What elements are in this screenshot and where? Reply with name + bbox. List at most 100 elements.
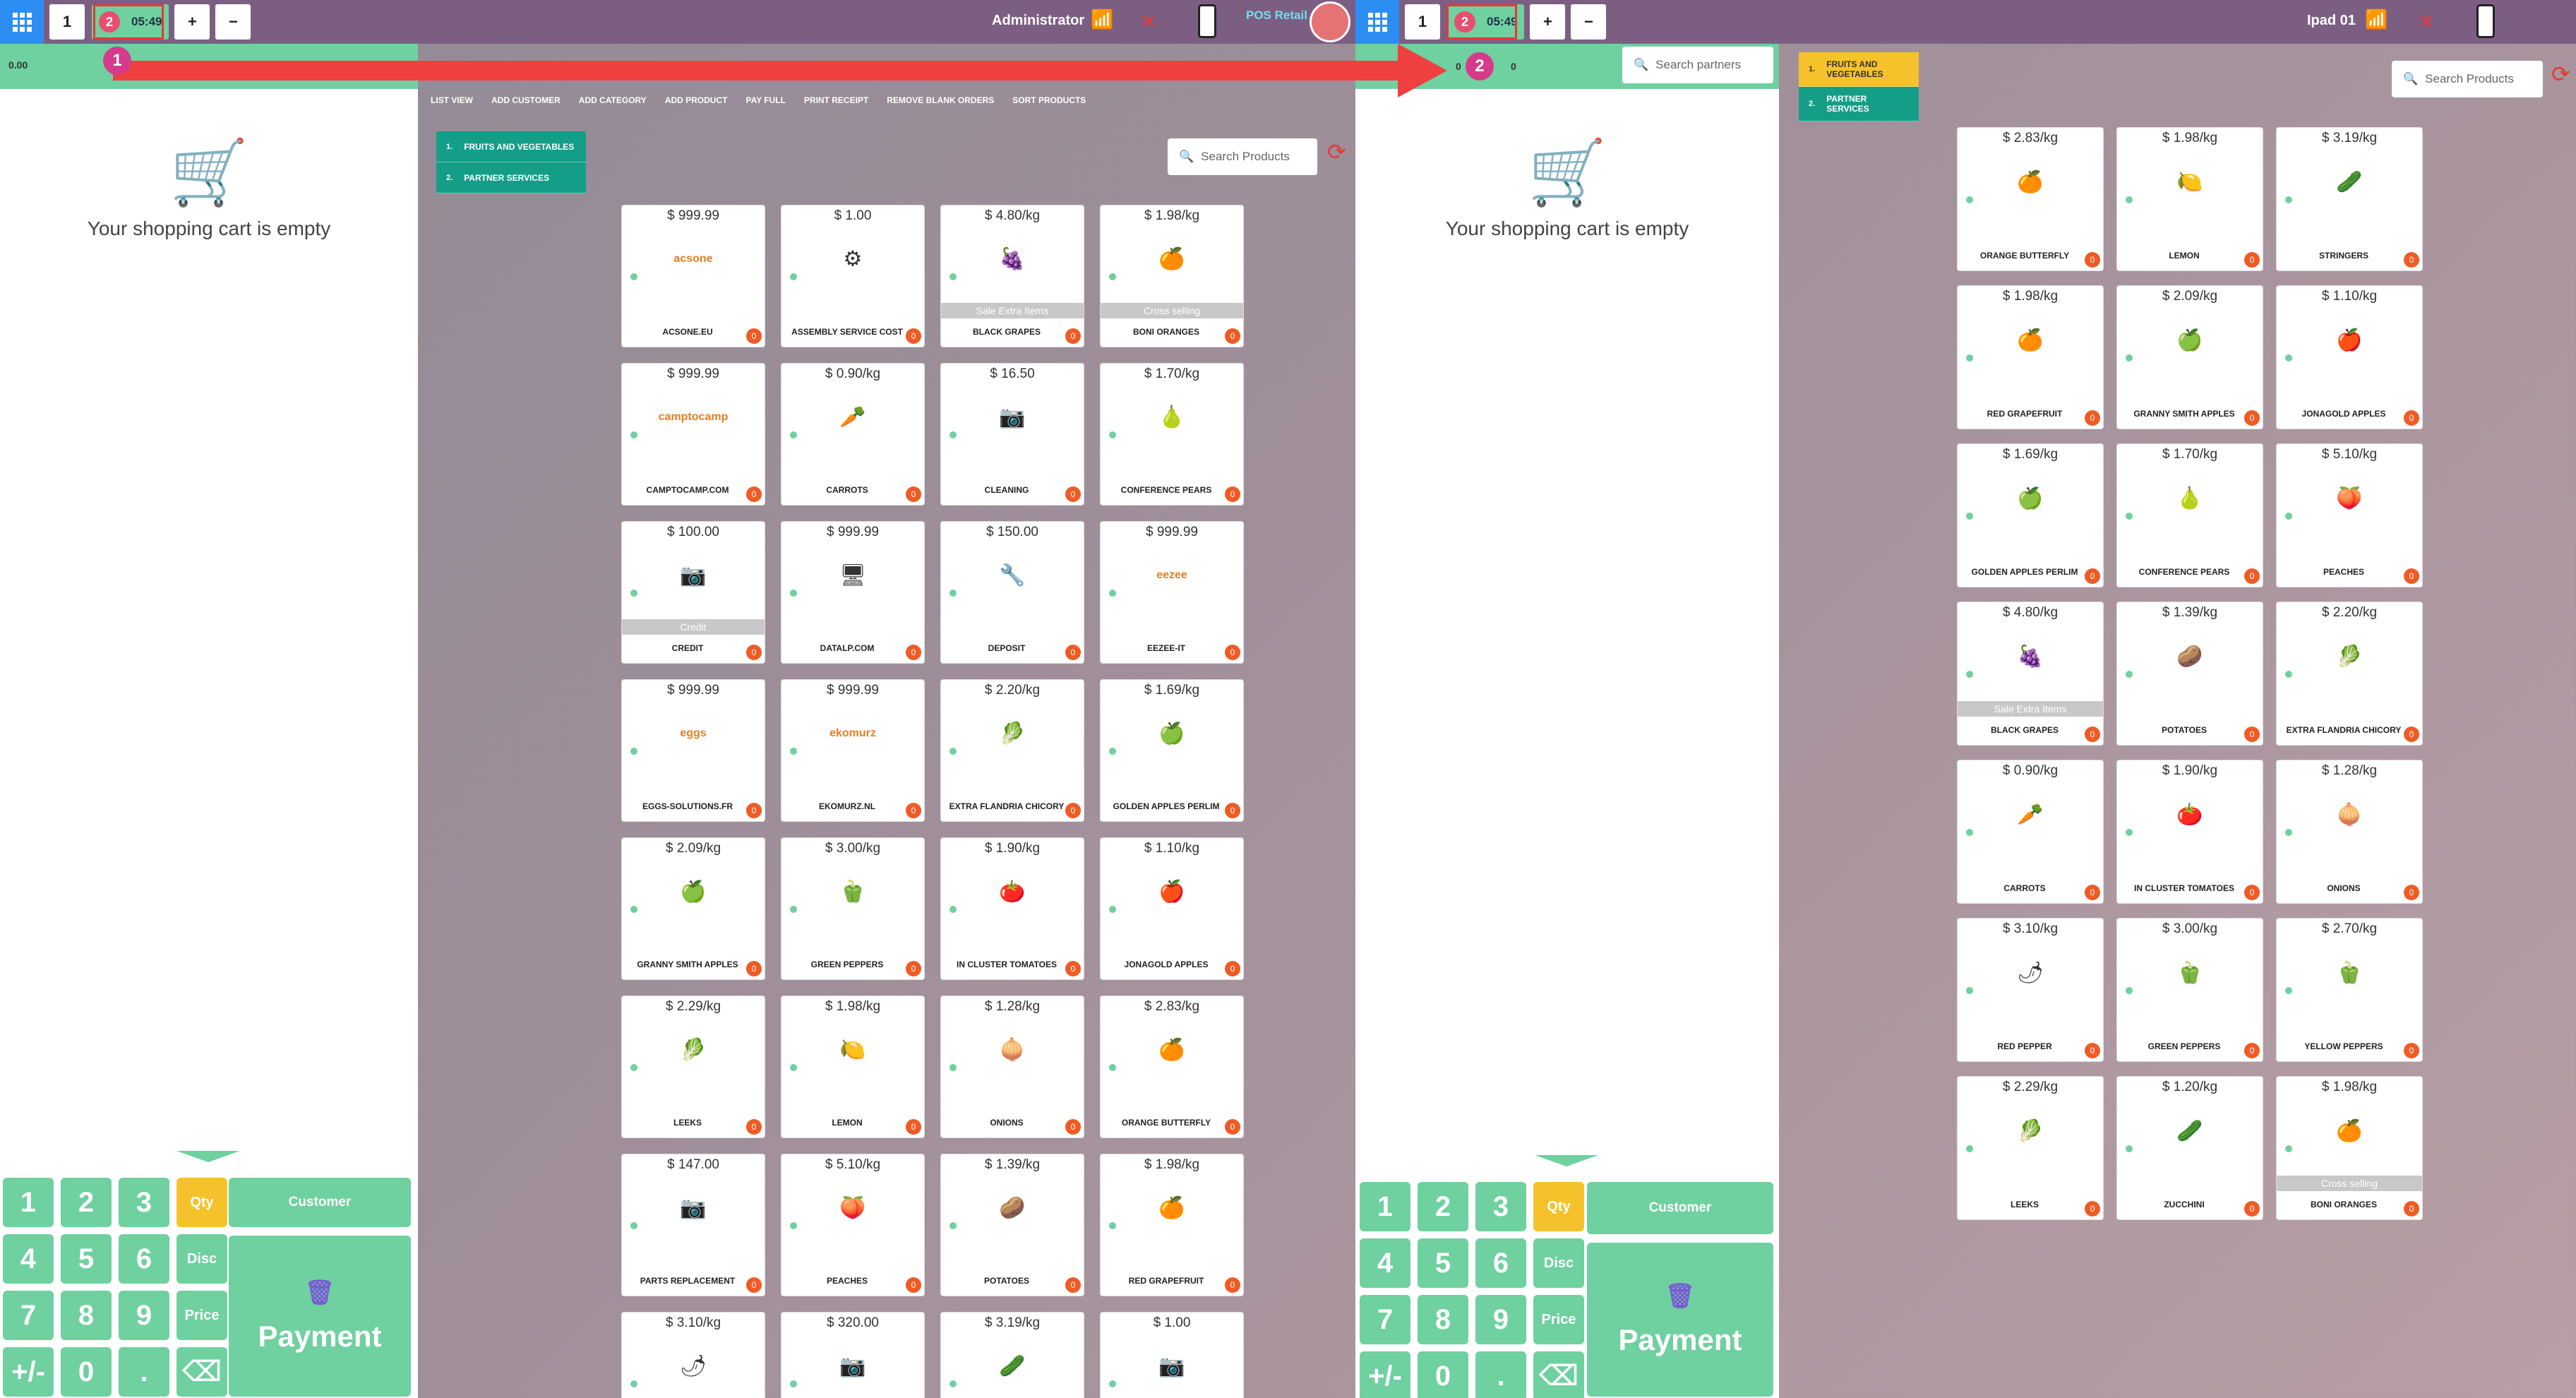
avatar[interactable] bbox=[1310, 1, 1350, 42]
product-card-golden-apples-perlim[interactable]: $ 1.69/kg 🍏 GOLDEN APPLES PERLIM 0 bbox=[1957, 443, 2104, 587]
product-card-peaches[interactable]: $ 5.10/kg 🍑 PEACHES 0 bbox=[2276, 443, 2423, 587]
numpad-right-key-key14[interactable]: . bbox=[1475, 1351, 1526, 1398]
numpad-key-6[interactable]: 6 bbox=[119, 1234, 169, 1284]
product-card-granny-smith-apples[interactable]: $ 2.09/kg 🍏 GRANNY SMITH APPLES 0 bbox=[621, 837, 765, 980]
product-card-yellow-peppers[interactable]: $ 2.70/kg 🫑 YELLOW PEPPERS 0 bbox=[2276, 918, 2423, 1062]
chevron-down-icon[interactable] bbox=[176, 1151, 240, 1162]
numpad-right-key-7[interactable]: 7 bbox=[1360, 1295, 1410, 1344]
product-card-black-grapes[interactable]: $ 4.80/kg 🍇 Sale Extra Items BLACK GRAPES 0 bbox=[940, 205, 1084, 347]
refresh-icon[interactable]: ⟳ bbox=[2551, 61, 2570, 88]
product-card-lemon[interactable]: $ 1.98/kg 🍋 LEMON 0 bbox=[781, 996, 925, 1138]
product-card-leeks[interactable]: $ 2.29/kg 🥬 LEEKS 0 bbox=[621, 996, 765, 1138]
numpad-right-key-6[interactable]: 6 bbox=[1475, 1238, 1526, 1288]
numpad-key-key14[interactable]: . bbox=[119, 1347, 169, 1397]
product-card-in-cluster-tomatoes[interactable]: $ 1.90/kg 🍅 IN CLUSTER TOMATOES 0 bbox=[940, 837, 1084, 980]
numpad-key-0[interactable]: 0 bbox=[61, 1347, 112, 1397]
product-card-jonagold-apples[interactable]: $ 1.10/kg 🍎 JONAGOLD APPLES 0 bbox=[2276, 285, 2423, 429]
product-card-carrots[interactable]: $ 0.90/kg 🥕 CARROTS 0 bbox=[781, 363, 925, 506]
numpad-key-qty[interactable]: Qty bbox=[176, 1178, 227, 1227]
apps-grid-button[interactable] bbox=[0, 0, 44, 44]
product-card-carrots[interactable]: $ 0.90/kg 🥕 CARROTS 0 bbox=[1957, 760, 2104, 904]
category-fruits-and-vegetables[interactable]: 1. FRUITS AND VEGETABLES bbox=[436, 131, 586, 162]
apps-grid-button-right[interactable] bbox=[1355, 0, 1399, 44]
numpad-key-1[interactable]: 1 bbox=[3, 1178, 54, 1227]
product-card-lemon[interactable]: $ 1.98/kg 🍋 LEMON 0 bbox=[2116, 127, 2263, 271]
numpad-key-7[interactable]: 7 bbox=[3, 1291, 54, 1340]
product-card-potatoes[interactable]: $ 1.39/kg 🥔 POTATOES 0 bbox=[940, 1154, 1084, 1296]
product-card-zucchini[interactable]: $ 1.20/kg 🥒 ZUCCHINI 0 bbox=[2116, 1076, 2263, 1220]
search-products-input-right[interactable]: 🔍 Search Products bbox=[2392, 61, 2543, 97]
category-partner-services[interactable]: 2. PARTNER SERVICES bbox=[1799, 87, 1919, 121]
category-fruits-and-vegetables[interactable]: 1. FRUITS AND VEGETABLES bbox=[1799, 52, 1919, 87]
product-card-golden-apples-perlim[interactable]: $ 1.69/kg 🍏 GOLDEN APPLES PERLIM 0 bbox=[1100, 679, 1244, 822]
numpad-key-4[interactable]: 4 bbox=[3, 1234, 54, 1284]
product-card-ekomurz-nl[interactable]: $ 999.99 ekomurz EKOMURZ.NL 0 bbox=[781, 679, 925, 822]
product-card-eezee-it[interactable]: $ 999.99 eezee EEZEE-IT 0 bbox=[1100, 521, 1244, 664]
numpad-right-key-5[interactable]: 5 bbox=[1418, 1238, 1468, 1288]
product-card-deposit[interactable]: $ 150.00 🔧 DEPOSIT 0 bbox=[940, 521, 1084, 664]
numpad-right-key-qty[interactable]: Qty bbox=[1533, 1182, 1584, 1231]
customer-button[interactable]: Customer bbox=[229, 1178, 411, 1227]
add-order-button-right[interactable]: + bbox=[1530, 4, 1566, 40]
product-card-granny-smith-apples[interactable]: $ 2.09/kg 🍏 GRANNY SMITH APPLES 0 bbox=[2116, 285, 2263, 429]
product-card-red-pepper[interactable]: $ 3.10/kg 🌶 RED PEPPER 0 bbox=[1957, 918, 2104, 1062]
add-order-button[interactable]: + bbox=[174, 4, 210, 40]
product-card-item[interactable]: $ 3.10/kg 🌶 bbox=[621, 1312, 765, 1398]
product-card-potatoes[interactable]: $ 1.39/kg 🥔 POTATOES 0 bbox=[2116, 602, 2263, 746]
product-card-leeks[interactable]: $ 2.29/kg 🥬 LEEKS 0 bbox=[1957, 1076, 2104, 1220]
numpad-right-key-4[interactable]: 4 bbox=[1360, 1238, 1410, 1288]
numpad-key-disc[interactable]: Disc bbox=[176, 1234, 227, 1284]
numpad-key-8[interactable]: 8 bbox=[61, 1291, 112, 1340]
remove-order-button[interactable]: − bbox=[215, 4, 251, 40]
product-card-black-grapes[interactable]: $ 4.80/kg 🍇 Sale Extra Items BLACK GRAPES 0 bbox=[1957, 602, 2104, 746]
remove-order-button-right[interactable]: − bbox=[1571, 4, 1607, 40]
refresh-icon[interactable]: ⟳ bbox=[1327, 138, 1346, 165]
product-card-boni-oranges[interactable]: $ 1.98/kg 🍊 Cross selling BONI ORANGES 0 bbox=[2276, 1076, 2423, 1220]
product-card-green-peppers[interactable]: $ 3.00/kg 🫑 GREEN PEPPERS 0 bbox=[2116, 918, 2263, 1062]
numpad-right-key-3[interactable]: 3 bbox=[1475, 1182, 1526, 1231]
product-card-datalp-com[interactable]: $ 999.99 🖥 DATALP.COM 0 bbox=[781, 521, 925, 664]
product-card-red-grapefruit[interactable]: $ 1.98/kg 🍊 RED GRAPEFRUIT 0 bbox=[1957, 285, 2104, 429]
product-card-onions[interactable]: $ 1.28/kg 🧅 ONIONS 0 bbox=[940, 996, 1084, 1138]
numpad-key-5[interactable]: 5 bbox=[61, 1234, 112, 1284]
close-icon[interactable]: ✕ bbox=[2418, 10, 2434, 33]
product-card-extra-flandria-chicory[interactable]: $ 2.20/kg 🥬 EXTRA FLANDRIA CHICORY 0 bbox=[2276, 602, 2423, 746]
category-partner-services[interactable]: 2. PARTNER SERVICES bbox=[436, 162, 586, 193]
numpad-right-key-disc[interactable]: Disc bbox=[1533, 1238, 1584, 1288]
product-card-item[interactable]: $ 3.19/kg 🥒 bbox=[940, 1312, 1084, 1398]
product-card-item[interactable]: $ 1.00 📷 bbox=[1100, 1312, 1244, 1398]
close-icon[interactable]: ✕ bbox=[1140, 10, 1156, 33]
numpad-right-key-9[interactable]: 9 bbox=[1475, 1295, 1526, 1344]
product-card-stringers[interactable]: $ 3.19/kg 🥒 STRINGERS 0 bbox=[2276, 127, 2423, 271]
product-card-item[interactable]: $ 320.00 📷 bbox=[781, 1312, 925, 1398]
numpad-right-key-1[interactable]: 1 bbox=[1360, 1182, 1410, 1231]
numpad-key-3[interactable]: 3 bbox=[119, 1178, 169, 1227]
product-card-acsone-eu[interactable]: $ 999.99 acsone ACSONE.EU 0 bbox=[621, 205, 765, 347]
product-card-conference-pears[interactable]: $ 1.70/kg 🍐 CONFERENCE PEARS 0 bbox=[2116, 443, 2263, 587]
tab-1-button[interactable]: 1 bbox=[49, 4, 85, 40]
tablet-icon[interactable] bbox=[1198, 4, 1216, 38]
search-partners-input[interactable]: 🔍 Search partners bbox=[1622, 47, 1773, 83]
chevron-down-icon[interactable] bbox=[1535, 1155, 1598, 1166]
product-card-conference-pears[interactable]: $ 1.70/kg 🍐 CONFERENCE PEARS 0 bbox=[1100, 363, 1244, 506]
product-card-green-peppers[interactable]: $ 3.00/kg 🫑 GREEN PEPPERS 0 bbox=[781, 837, 925, 980]
customer-button-right[interactable]: Customer bbox=[1587, 1182, 1773, 1234]
numpad-right-key-price[interactable]: Price bbox=[1533, 1295, 1584, 1344]
payment-button[interactable]: 🗑 Payment bbox=[229, 1236, 411, 1397]
numpad-key-9[interactable]: 9 bbox=[119, 1291, 169, 1340]
numpad-key-key12[interactable]: +/- bbox=[3, 1347, 54, 1397]
product-card-credit[interactable]: $ 100.00 📷 Credit CREDIT 0 bbox=[621, 521, 765, 664]
product-card-boni-oranges[interactable]: $ 1.98/kg 🍊 Cross selling BONI ORANGES 0 bbox=[1100, 205, 1244, 347]
product-card-camptocamp-com[interactable]: $ 999.99 camptocamp CAMPTOCAMP.COM 0 bbox=[621, 363, 765, 506]
product-card-parts-replacement[interactable]: $ 147.00 📷 PARTS REPLACEMENT 0 bbox=[621, 1154, 765, 1296]
product-card-onions[interactable]: $ 1.28/kg 🧅 ONIONS 0 bbox=[2276, 760, 2423, 904]
numpad-key-2[interactable]: 2 bbox=[61, 1178, 112, 1227]
numpad-right-key-8[interactable]: 8 bbox=[1418, 1295, 1468, 1344]
numpad-right-key-key15[interactable]: ⌫ bbox=[1533, 1351, 1584, 1398]
product-card-jonagold-apples[interactable]: $ 1.10/kg 🍎 JONAGOLD APPLES 0 bbox=[1100, 837, 1244, 980]
payment-button-right[interactable]: 🗑 Payment bbox=[1587, 1243, 1773, 1397]
numpad-key-price[interactable]: Price bbox=[176, 1291, 227, 1340]
numpad-right-key-2[interactable]: 2 bbox=[1418, 1182, 1468, 1231]
numpad-right-key-0[interactable]: 0 bbox=[1418, 1351, 1468, 1398]
product-card-cleaning[interactable]: $ 16.50 📷 CLEANING 0 bbox=[940, 363, 1084, 506]
